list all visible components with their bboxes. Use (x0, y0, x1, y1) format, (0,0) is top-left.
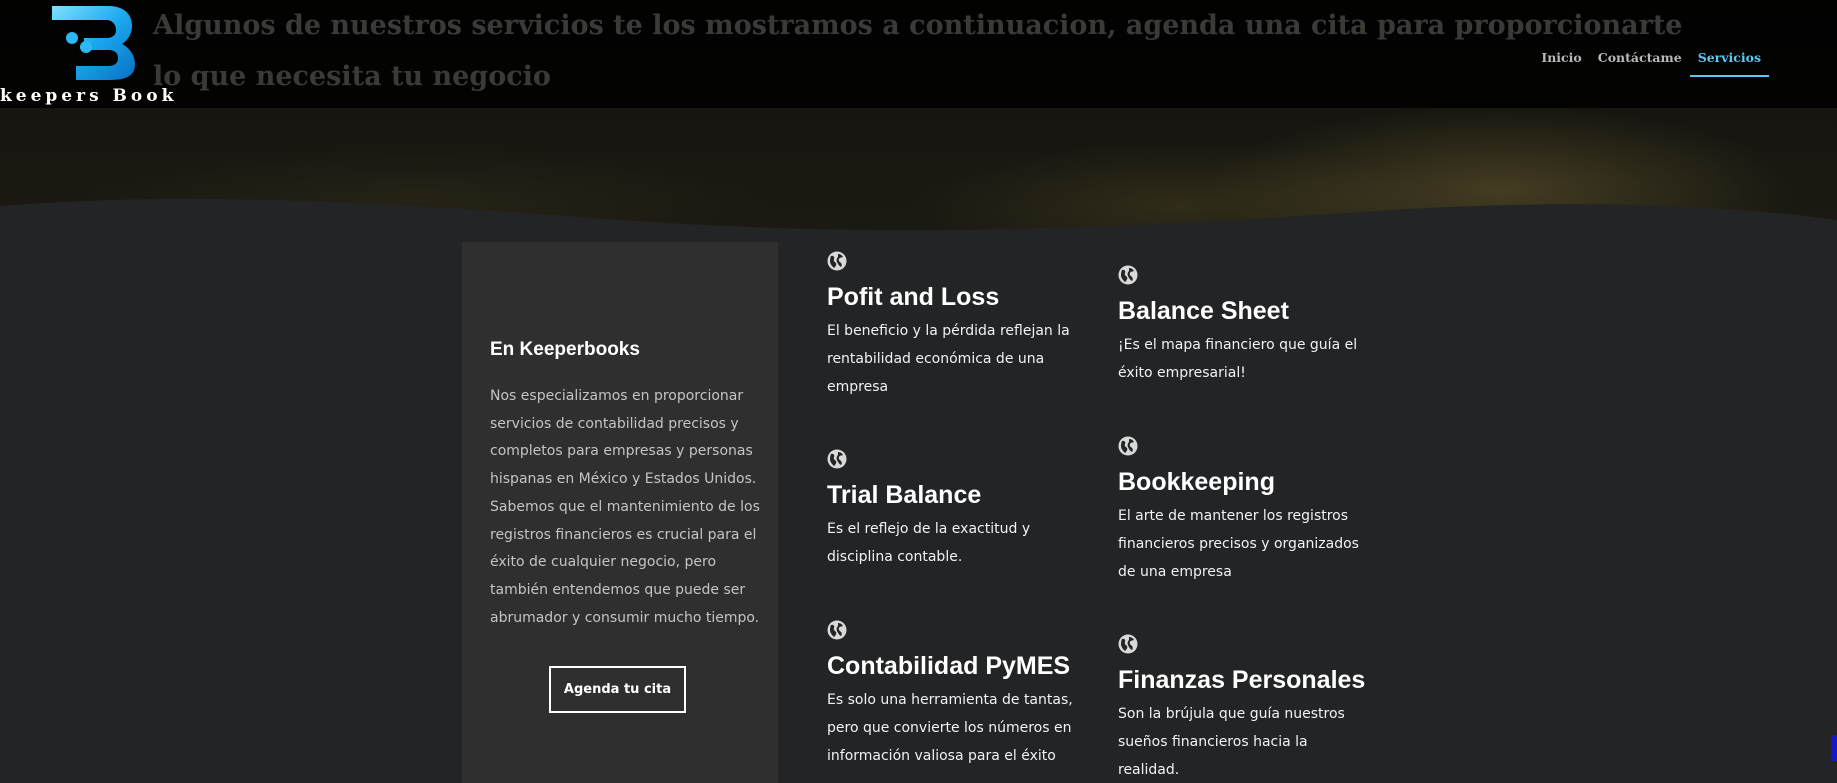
logo-text: keepers Book (0, 86, 178, 106)
service-title: Balance Sheet (1118, 297, 1289, 325)
schedule-appointment-button[interactable]: Agenda tu cita (549, 666, 686, 713)
intro-card-text: Nos especializamos en proporcionar servi… (490, 388, 760, 626)
intro-card: En Keeperbooks Nos especializamos en pro… (462, 242, 778, 783)
service-title: Finanzas Personales (1118, 666, 1366, 694)
globe-icon (827, 620, 847, 640)
nav-item-servicios[interactable]: Servicios (1689, 48, 1769, 77)
service-item-bookkeeping: Bookkeeping El arte de mantener los regi… (1118, 436, 1368, 586)
service-title: Trial Balance (827, 481, 982, 509)
hero-title: Algunos de nuestros servicios te los mos… (153, 10, 1683, 92)
nav-item-inicio[interactable]: Inicio (1533, 48, 1589, 77)
globe-icon (1118, 436, 1138, 456)
service-item-finanzas-personales: Finanzas Personales Son la brújula que g… (1118, 634, 1368, 783)
service-item-contabilidad-pymes: Contabilidad PyMES Es solo una herramien… (827, 620, 1077, 770)
service-text: El beneficio y la pérdida reflejan la re… (827, 323, 1070, 395)
service-title: Bookkeeping (1118, 468, 1275, 496)
service-text: ¡Es el mapa financiero que guía el éxito… (1118, 337, 1358, 381)
service-title: Contabilidad PyMES (827, 652, 1071, 680)
service-text: Son la brújula que guía nuestros sueños … (1118, 706, 1345, 778)
wave-divider (0, 198, 1837, 260)
service-item-profit-loss: Pofit and Loss El beneficio y la pérdida… (827, 251, 1077, 401)
site-header: keepers Book Algunos de nuestros servici… (0, 0, 1837, 108)
main-nav: Inicio Contáctame Servicios (1533, 48, 1769, 77)
service-title: Pofit and Loss (827, 283, 1000, 311)
service-item-balance-sheet: Balance Sheet ¡Es el mapa financiero que… (1118, 265, 1368, 387)
service-text: Es el reflejo de la exactitud y discipli… (827, 521, 1031, 565)
globe-icon (827, 449, 847, 469)
nav-item-contactame[interactable]: Contáctame (1590, 48, 1690, 77)
globe-icon (1118, 265, 1138, 285)
service-item-trial-balance: Trial Balance Es el reflejo de la exacti… (827, 449, 1077, 571)
globe-icon (1118, 634, 1138, 654)
globe-icon (827, 251, 847, 271)
page: keepers Book Algunos de nuestros servici… (0, 0, 1837, 783)
service-text: El arte de mantener los registros financ… (1118, 508, 1359, 580)
intro-card-title: En Keeperbooks (490, 339, 640, 360)
scroll-indicator[interactable] (1831, 735, 1837, 761)
service-text: Es solo una herramienta de tantas, pero … (827, 692, 1073, 764)
